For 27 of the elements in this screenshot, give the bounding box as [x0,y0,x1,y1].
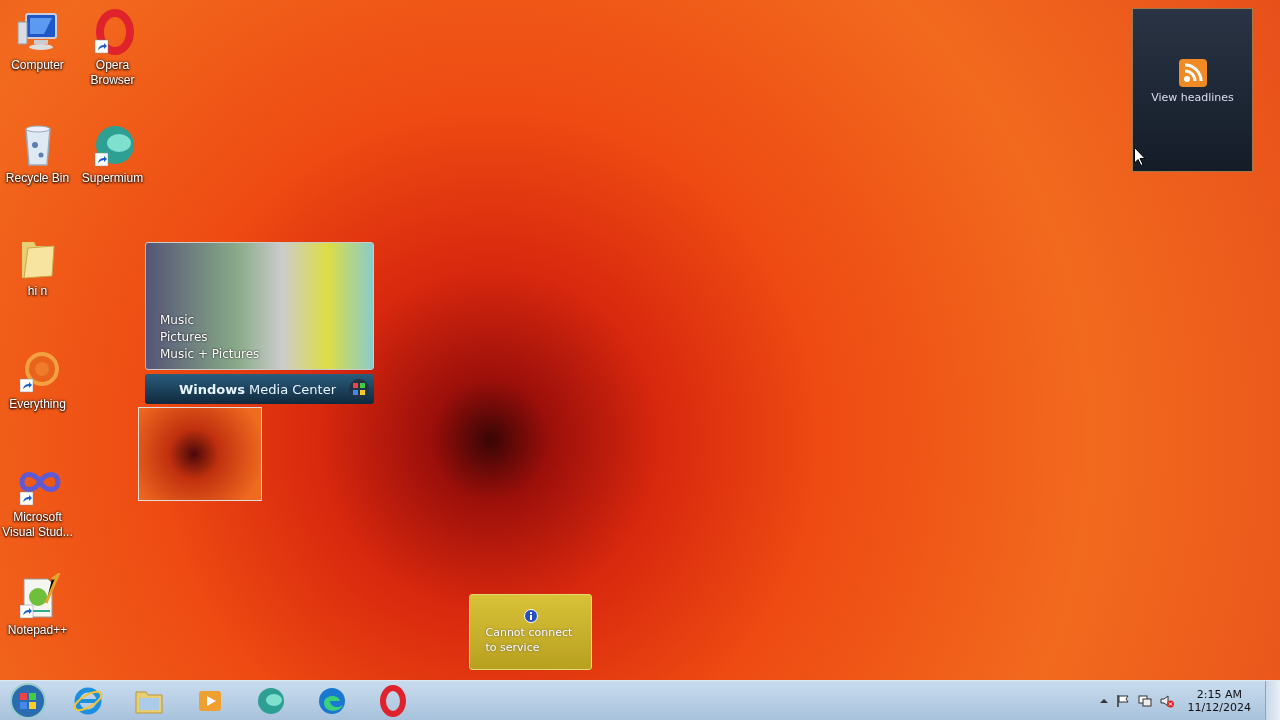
clock-date[interactable]: 11/12/2024 [1187,700,1251,714]
desktop-icon-label[interactable]: Everything [9,397,66,412]
show-desktop-button[interactable] [1265,680,1280,720]
desktop-icon-label[interactable]: Microsoft Visual Stud... [1,510,74,540]
view-headlines-link[interactable]: View headlines [1151,91,1234,104]
media-menu-item[interactable]: Music + Pictures [160,347,373,361]
desktop-icon-label[interactable]: Opera Browser [76,58,149,88]
media-center-bar[interactable]: Windows Media Center [145,374,374,404]
volume-icon[interactable] [1159,693,1174,708]
desktop-icon-label[interactable]: Supermium [81,171,144,186]
windows-logo-icon [348,378,370,400]
error-message: Cannot connect to service [485,625,574,655]
start-button[interactable] [8,680,48,720]
show-hidden-icons-icon[interactable] [1099,696,1108,705]
info-icon [523,609,538,623]
rss-icon[interactable] [1178,59,1207,87]
network-icon[interactable] [1137,693,1152,708]
desktop-icon-label[interactable]: hi n [27,284,48,299]
desktop-icon-label[interactable]: Computer [11,58,64,73]
opera-taskbar-icon[interactable] [377,684,409,717]
media-menu-item[interactable]: Music [160,313,373,327]
flag-icon[interactable] [1115,693,1130,708]
desktop-icon-label[interactable]: Recycle Bin [5,171,70,186]
media-menu-item[interactable]: Pictures [160,330,373,344]
desktop-icon-label[interactable]: Notepad++ [7,623,68,638]
mouse-pointer-icon [1134,147,1146,166]
clock-time[interactable]: 2:15 AM [1196,687,1242,701]
